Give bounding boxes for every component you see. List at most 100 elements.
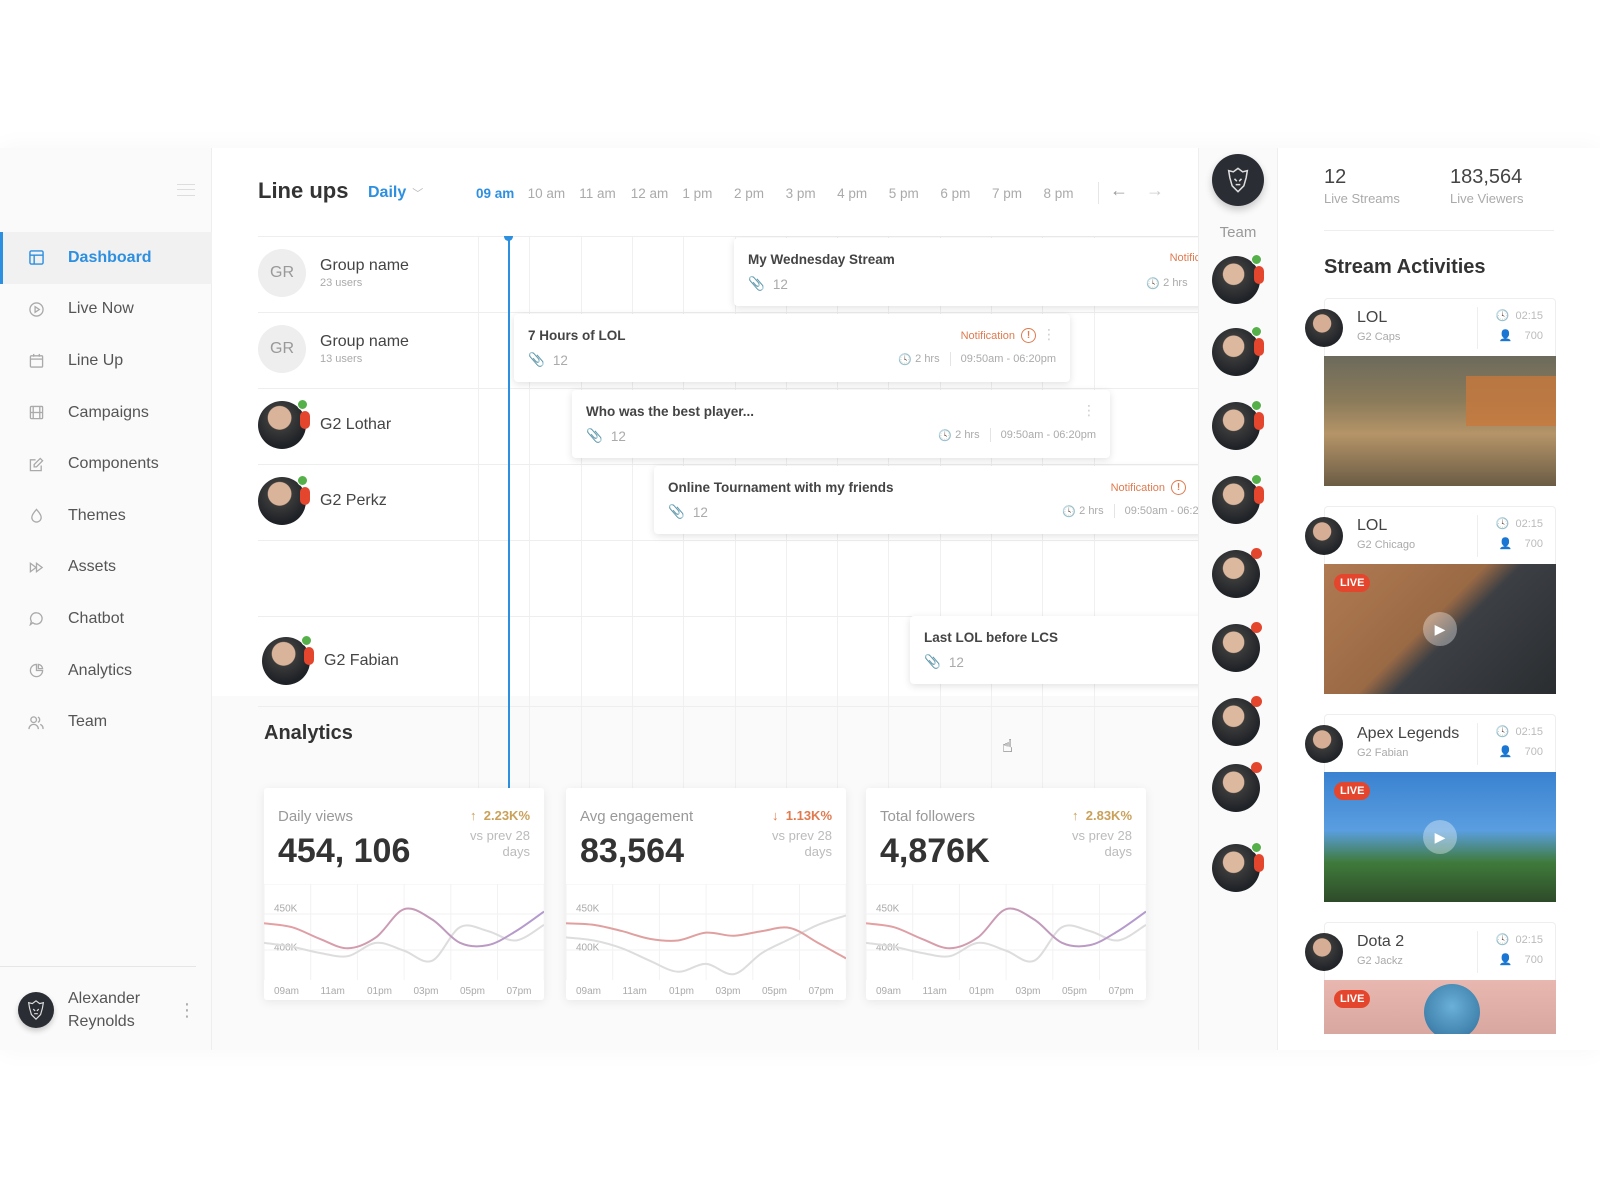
team-member-avatar[interactable] xyxy=(1212,326,1264,376)
sidebar-item-label: Assets xyxy=(68,558,117,576)
sidebar-item-label: Live Now xyxy=(68,300,134,318)
divider xyxy=(1477,515,1478,557)
g2-logo-icon[interactable] xyxy=(1212,154,1264,206)
hour-tab[interactable]: 3 pm xyxy=(786,186,838,201)
activity-game: LOL xyxy=(1357,517,1388,534)
lineup-member[interactable]: G2 Fabian xyxy=(262,635,399,686)
event-meta: 🕓 2 hrs 09:50am - 06:20pm xyxy=(938,428,1096,442)
activity-item[interactable]: Apex Legends G2 Fabian 🕓 02:15 👤 700 LIV… xyxy=(1305,714,1556,902)
sidebar-item-live-now[interactable]: Live Now xyxy=(0,284,212,336)
lineup-member[interactable]: G2 Perkz xyxy=(258,475,387,526)
g2-logo-icon xyxy=(27,1000,45,1021)
sidebar-item-analytics[interactable]: Analytics xyxy=(0,645,212,697)
kpi-card-daily-views[interactable]: Daily views 454, 106 ↑ 2.23K% vs prev 28… xyxy=(264,788,544,1000)
row-divider xyxy=(258,706,1198,707)
hour-tab[interactable]: 6 pm xyxy=(940,186,992,201)
clock-icon: 🕓 xyxy=(1495,518,1516,530)
y-tick-label: 400K xyxy=(576,943,600,954)
online-status xyxy=(1251,400,1262,411)
activity-item[interactable]: LOL G2 Caps 🕓 02:15 👤 700 xyxy=(1305,298,1556,486)
stream-thumbnail[interactable]: LIVE xyxy=(1324,980,1556,1034)
stream-thumbnail[interactable] xyxy=(1324,356,1556,486)
period-dropdown[interactable]: Daily ﹀ xyxy=(368,184,423,202)
member-name: G2 Fabian xyxy=(324,652,399,669)
kpi-card-avg-engagement[interactable]: Avg engagement 83,564 ↓ 1.13K% vs prev 2… xyxy=(566,788,846,1000)
hour-tab[interactable]: 1 pm xyxy=(682,186,734,201)
stream-thumbnail[interactable]: LIVE ▶ xyxy=(1324,772,1556,902)
live-status xyxy=(1251,622,1262,633)
avatar xyxy=(1305,517,1343,555)
event-card[interactable]: Last LOL before LCS 📎 12 xyxy=(910,616,1198,684)
live-status xyxy=(1251,696,1262,707)
hour-tab[interactable]: 5 pm xyxy=(889,186,941,201)
kpi-change: ↑ 2.83K% xyxy=(1072,808,1132,823)
team-member-avatar[interactable] xyxy=(1212,622,1262,672)
fast-forward-icon xyxy=(28,559,44,575)
hour-tab[interactable]: 10 am xyxy=(528,186,580,201)
attachment-count: 12 xyxy=(552,352,568,368)
kpi-comparison: vs prev 28 days xyxy=(470,828,530,859)
hour-tab[interactable]: 11 am xyxy=(579,186,631,201)
arrow-up-icon: ↑ xyxy=(470,808,484,823)
sidebar-item-dashboard[interactable]: Dashboard xyxy=(0,232,212,284)
event-card[interactable]: 7 Hours of LOL Notification! ⋮ 📎 12 🕓 2 h… xyxy=(514,314,1070,382)
lineup-member[interactable]: GR Group name 13 users xyxy=(258,324,409,374)
activity-item[interactable]: Dota 2 G2 Jackz 🕓 02:15 👤 700 LIVE xyxy=(1305,922,1556,1034)
event-card[interactable]: Online Tournament with my friends Notifi… xyxy=(654,466,1198,534)
kpi-card-total-followers[interactable]: Total followers 4,876K ↑ 2.83K% vs prev … xyxy=(866,788,1146,1000)
activity-item[interactable]: LOL G2 Chicago 🕓 02:15 👤 700 LIVE ▶ xyxy=(1305,506,1556,694)
activity-duration: 🕓 02:15 xyxy=(1495,726,1543,738)
play-icon[interactable]: ▶ xyxy=(1423,612,1457,646)
sidebar-item-line-up[interactable]: Line Up xyxy=(0,335,212,387)
sidebar-item-campaigns[interactable]: Campaigns xyxy=(0,387,212,439)
user-profile[interactable]: Alexander Reynolds ⋮ xyxy=(0,966,196,1033)
team-member-avatar[interactable] xyxy=(1212,400,1264,450)
sidebar-item-assets[interactable]: Assets xyxy=(0,542,212,594)
more-vertical-icon[interactable]: ⋮ xyxy=(1082,402,1096,419)
arrow-left-icon[interactable]: ← xyxy=(1110,180,1128,201)
activity-team: G2 Chicago xyxy=(1357,539,1416,551)
clock-icon: 🕓 xyxy=(1146,277,1164,290)
x-tick-label: 01pm xyxy=(669,986,694,997)
activity-duration: 🕓 02:15 xyxy=(1495,310,1543,322)
hour-tab[interactable]: 12 am xyxy=(631,186,683,201)
event-card[interactable]: My Wednesday Stream Notification 📎 12 🕓 2… xyxy=(734,238,1198,306)
sidebar-item-label: Dashboard xyxy=(68,248,152,266)
lineup-member[interactable]: GR Group name 23 users xyxy=(258,248,409,298)
clock-icon: 🕓 xyxy=(938,429,956,442)
sidebar-item-chatbot[interactable]: Chatbot xyxy=(0,593,212,645)
team-member-avatar[interactable] xyxy=(1212,696,1262,746)
avatar xyxy=(262,635,314,685)
lineup-member[interactable]: G2 Lothar xyxy=(258,399,391,450)
user-icon: 👤 xyxy=(1498,538,1525,550)
hour-tab[interactable]: 7 pm xyxy=(992,186,1044,201)
sidebar-item-components[interactable]: Components xyxy=(0,438,212,490)
activity-viewers: 👤 700 xyxy=(1498,538,1543,550)
sidebar-item-team[interactable]: Team xyxy=(0,696,212,748)
x-tick-label: 05pm xyxy=(762,986,787,997)
more-vertical-icon[interactable]: ⋮ xyxy=(178,1000,196,1021)
divider xyxy=(1477,723,1478,765)
menu-toggle-icon[interactable] xyxy=(177,184,195,196)
event-card[interactable]: Who was the best player... ⋮ 📎 12 🕓 2 hrs… xyxy=(572,390,1110,458)
team-member-avatar[interactable] xyxy=(1212,762,1262,812)
play-circle-icon xyxy=(28,301,44,317)
sidebar-item-themes[interactable]: Themes xyxy=(0,490,212,542)
team-member-avatar[interactable] xyxy=(1212,842,1264,892)
more-vertical-icon[interactable]: ⋮ xyxy=(1042,326,1056,343)
hour-tab[interactable]: 4 pm xyxy=(837,186,889,201)
stream-thumbnail[interactable]: LIVE ▶ xyxy=(1324,564,1556,694)
hour-tab[interactable]: 09 am xyxy=(476,186,528,201)
arrow-right-icon[interactable]: → xyxy=(1146,180,1164,201)
hour-tab[interactable]: 8 pm xyxy=(1044,186,1096,201)
online-status xyxy=(297,399,308,410)
hour-tabs: 09 am 10 am 11 am 12 am 1 pm 2 pm 3 pm 4 pm 5 pm… xyxy=(476,186,1095,201)
activity-header: LOL G2 Caps 🕓 02:15 👤 700 xyxy=(1305,298,1556,356)
team-member-avatar[interactable] xyxy=(1212,548,1262,598)
play-icon[interactable]: ▶ xyxy=(1423,820,1457,854)
stat-label: Live Streams xyxy=(1324,191,1400,206)
team-member-avatar[interactable] xyxy=(1212,474,1264,524)
hour-tab[interactable]: 2 pm xyxy=(734,186,786,201)
event-duration: 2 hrs xyxy=(1163,277,1188,289)
team-member-avatar[interactable] xyxy=(1212,254,1264,304)
